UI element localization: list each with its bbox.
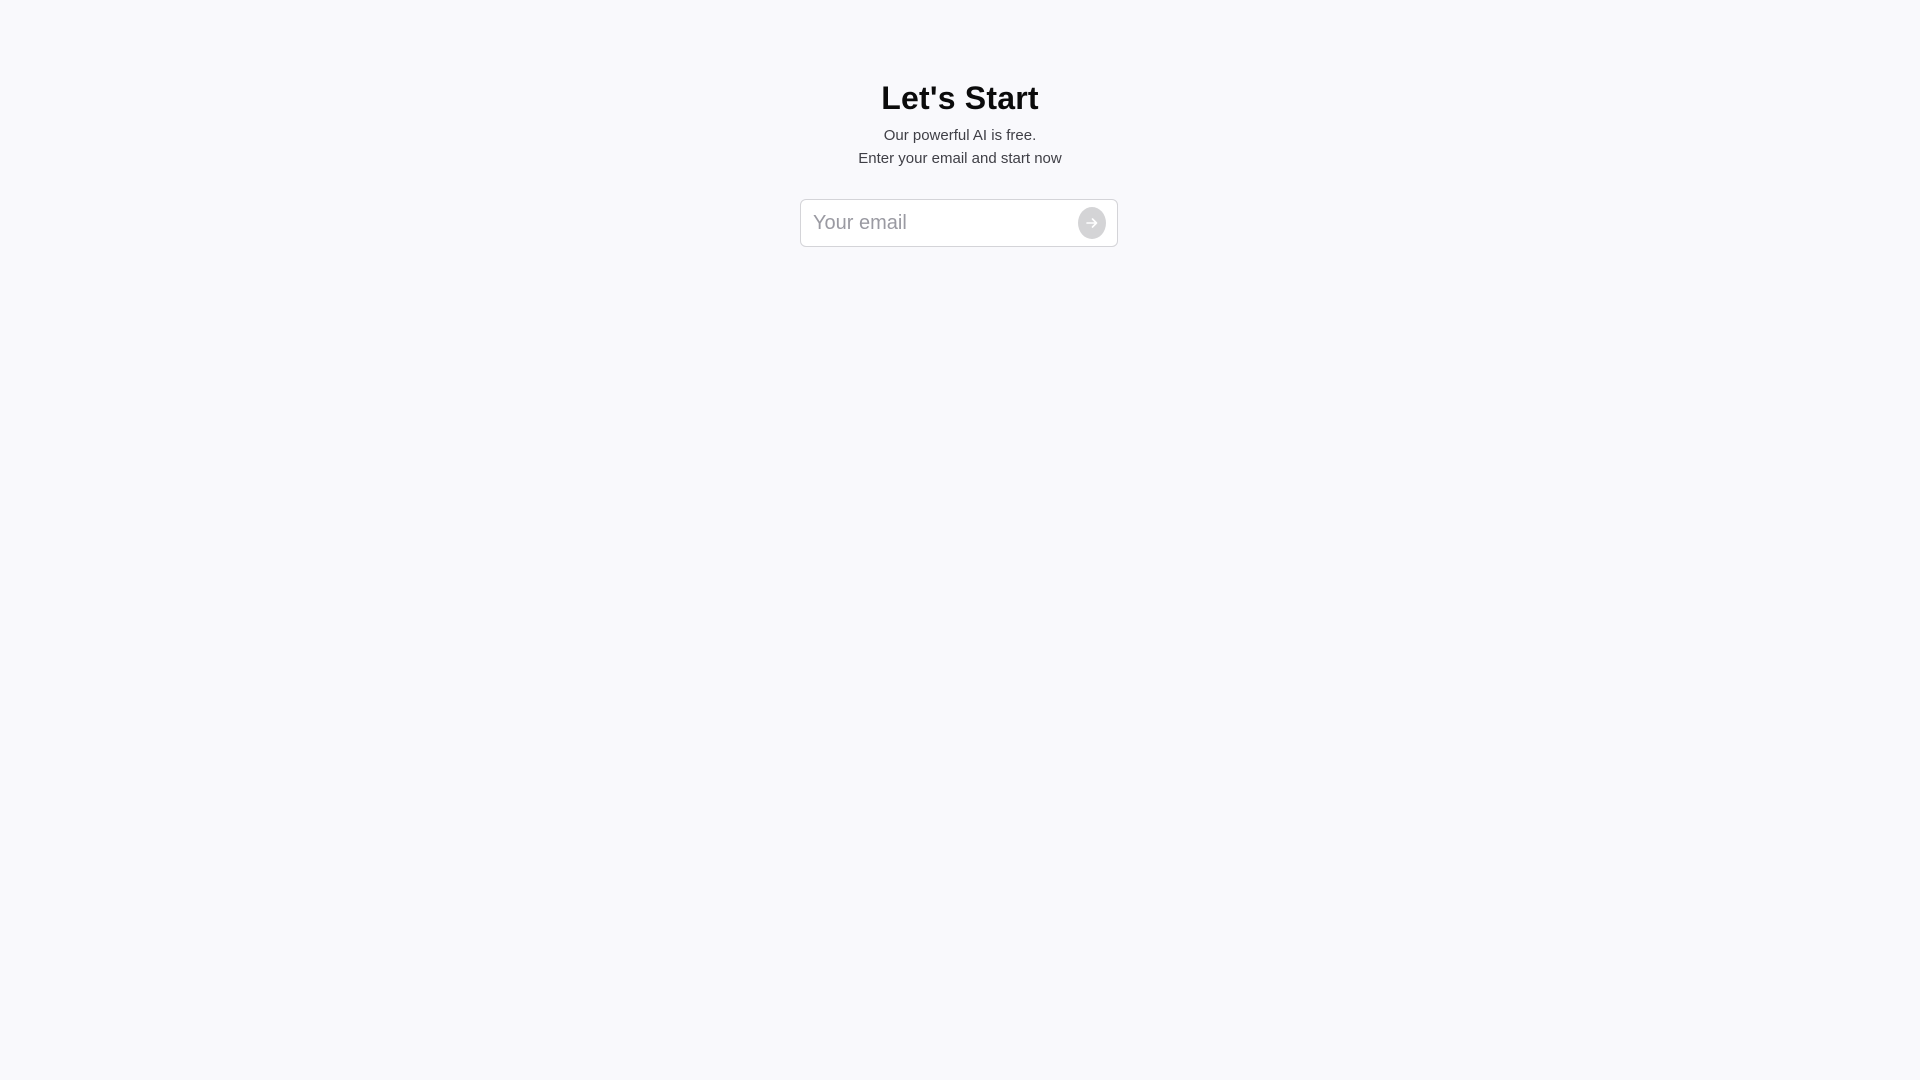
page-title: Let's Start	[881, 80, 1039, 116]
email-input[interactable]	[813, 208, 1078, 238]
hero-section: Let's Start Our powerful AI is free. Ent…	[0, 78, 1920, 170]
submit-button[interactable]	[1078, 207, 1106, 239]
subtitle: Our powerful AI is free. Enter your emai…	[0, 124, 1920, 170]
subtitle-line-2: Enter your email and start now	[858, 150, 1062, 167]
email-form	[800, 199, 1118, 247]
arrow-right-icon	[1086, 218, 1098, 228]
subtitle-line-1: Our powerful AI is free.	[883, 127, 1037, 144]
landing-page: Let's Start Our powerful AI is free. Ent…	[0, 0, 1920, 1080]
